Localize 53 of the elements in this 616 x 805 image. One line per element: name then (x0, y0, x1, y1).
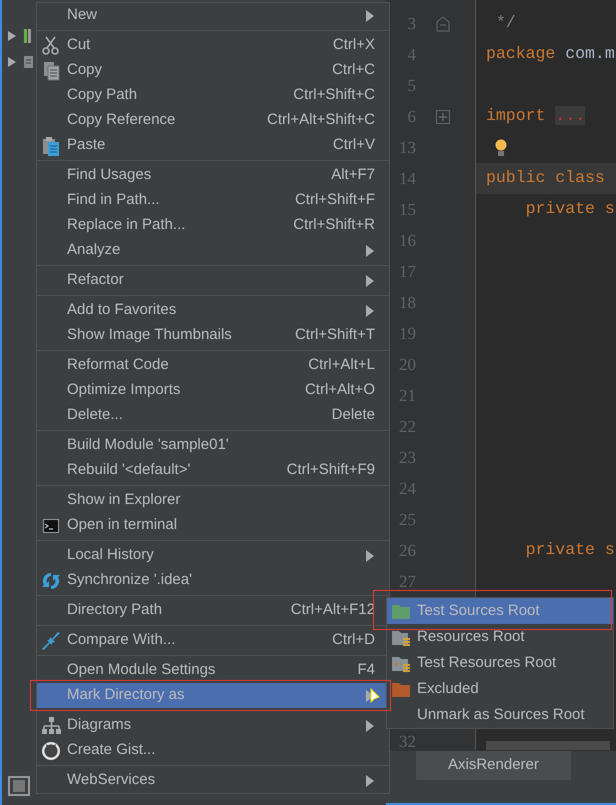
menu-item[interactable]: Paste Ctrl+V (37, 133, 389, 158)
menu-item[interactable]: Copy Ctrl+C (37, 58, 389, 83)
menu-item[interactable]: Analyze (37, 238, 389, 263)
menu-item[interactable]: Show in Explorer (37, 488, 389, 513)
scissors-icon (41, 36, 61, 56)
menu-item[interactable]: Rebuild '<default>' Ctrl+Shift+F9 (37, 458, 389, 483)
menu-item[interactable]: Diagrams (37, 713, 389, 738)
menu-item[interactable]: Excluded (387, 676, 613, 702)
code-text: import ... (486, 105, 586, 128)
compare-arrows-icon (41, 631, 61, 651)
expand-icon[interactable] (436, 110, 450, 124)
menu-item[interactable]: Build Module 'sample01' (37, 433, 389, 458)
scrollbar[interactable] (486, 741, 610, 750)
menu-item[interactable]: Refactor (37, 268, 389, 293)
menu-item[interactable]: Copy Reference Ctrl+Alt+Shift+C (37, 108, 389, 133)
code-text: package com.m (486, 43, 615, 66)
menu-item[interactable]: Test Resources Root (387, 650, 613, 676)
expand-arrow-icon[interactable] (6, 56, 18, 68)
menu-item[interactable]: Cut Ctrl+X (37, 33, 389, 58)
code-text: private s (524, 198, 615, 220)
mouse-cursor-icon (370, 688, 380, 704)
hierarchy-icon (41, 716, 61, 736)
menu-item[interactable]: Add to Favorites (37, 298, 389, 323)
menu-item[interactable]: Create Gist... (37, 738, 389, 763)
terminal-icon (41, 516, 61, 536)
menu-item[interactable]: Open in terminal (37, 513, 389, 538)
menu-item[interactable]: Unmark as Sources Root (387, 702, 613, 728)
menu-item[interactable]: Copy Path Ctrl+Shift+C (37, 83, 389, 108)
sync-icon (41, 571, 61, 591)
menu-item[interactable]: Find Usages Alt+F7 (37, 163, 389, 188)
menu-item[interactable]: Delete... Delete (37, 403, 389, 428)
menu-item[interactable]: Local History (37, 543, 389, 568)
menu-item[interactable]: Replace in Path... Ctrl+Shift+R (37, 213, 389, 238)
fold-icon[interactable] (436, 16, 450, 32)
menu-item[interactable]: Show Image Thumbnails Ctrl+Shift+T (37, 323, 389, 348)
menu-item[interactable]: New (37, 3, 389, 28)
module-icon (22, 27, 34, 45)
menu-item[interactable]: Compare With... Ctrl+D (37, 628, 389, 653)
menu-item[interactable]: Open Module Settings F4 (37, 658, 389, 683)
copy-icon (41, 61, 61, 81)
cat-icon (41, 741, 61, 761)
menu-item[interactable]: Find in Path... Ctrl+Shift+F (37, 188, 389, 213)
menu-item[interactable]: Reformat Code Ctrl+Alt+L (37, 353, 389, 378)
menu-item[interactable]: WebServices (37, 768, 389, 793)
layout-icon (7, 775, 31, 797)
code-text: */ (494, 12, 516, 34)
file-tab[interactable]: AxisRenderer (416, 751, 571, 780)
expand-arrow-icon[interactable] (6, 30, 18, 42)
code-text: private s (524, 539, 615, 562)
paste-icon (41, 136, 61, 156)
menu-item[interactable]: Synchronize '.idea' (37, 568, 389, 593)
menu-item[interactable]: Optimize Imports Ctrl+Alt+O (37, 378, 389, 403)
code-text: public class (486, 167, 605, 190)
